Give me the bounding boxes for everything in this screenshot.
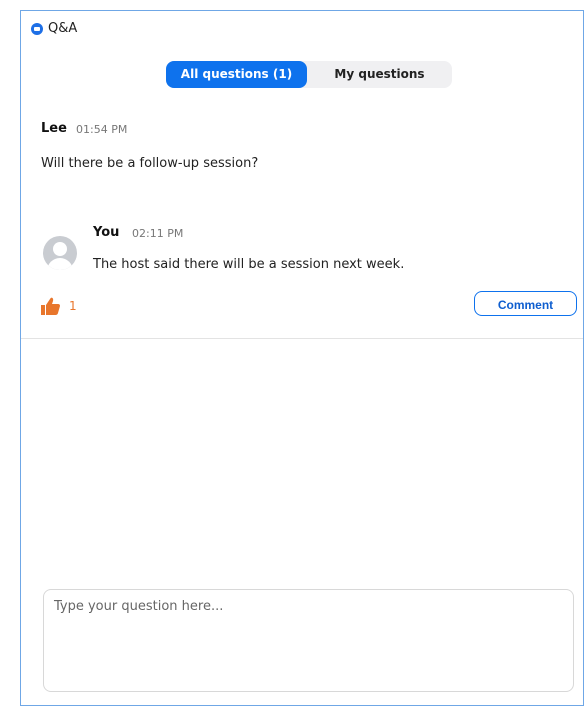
- qa-window: Q&A All questions (1) My questions Lee 0…: [20, 10, 584, 706]
- title-bar: Q&A: [21, 11, 583, 45]
- tab-my-questions[interactable]: My questions: [307, 61, 452, 88]
- question-input[interactable]: [43, 589, 574, 692]
- question-author: Lee: [41, 121, 67, 136]
- default-avatar-icon: [43, 236, 77, 270]
- answer-text: The host said there will be a session ne…: [93, 257, 405, 272]
- tab-all-questions[interactable]: All questions (1): [166, 61, 307, 88]
- thumbs-up-icon: [41, 297, 60, 315]
- divider: [21, 338, 583, 339]
- zoom-logo-icon: [31, 23, 43, 35]
- question-filter-tabs: All questions (1) My questions: [166, 61, 452, 88]
- question-text: Will there be a follow-up session?: [41, 156, 259, 171]
- question-time: 01:54 PM: [76, 123, 128, 136]
- answer-time: 02:11 PM: [132, 227, 184, 240]
- window-title: Q&A: [48, 21, 78, 36]
- upvote-count: 1: [69, 299, 77, 313]
- comment-button[interactable]: Comment: [474, 291, 577, 316]
- answer-author: You: [93, 225, 120, 240]
